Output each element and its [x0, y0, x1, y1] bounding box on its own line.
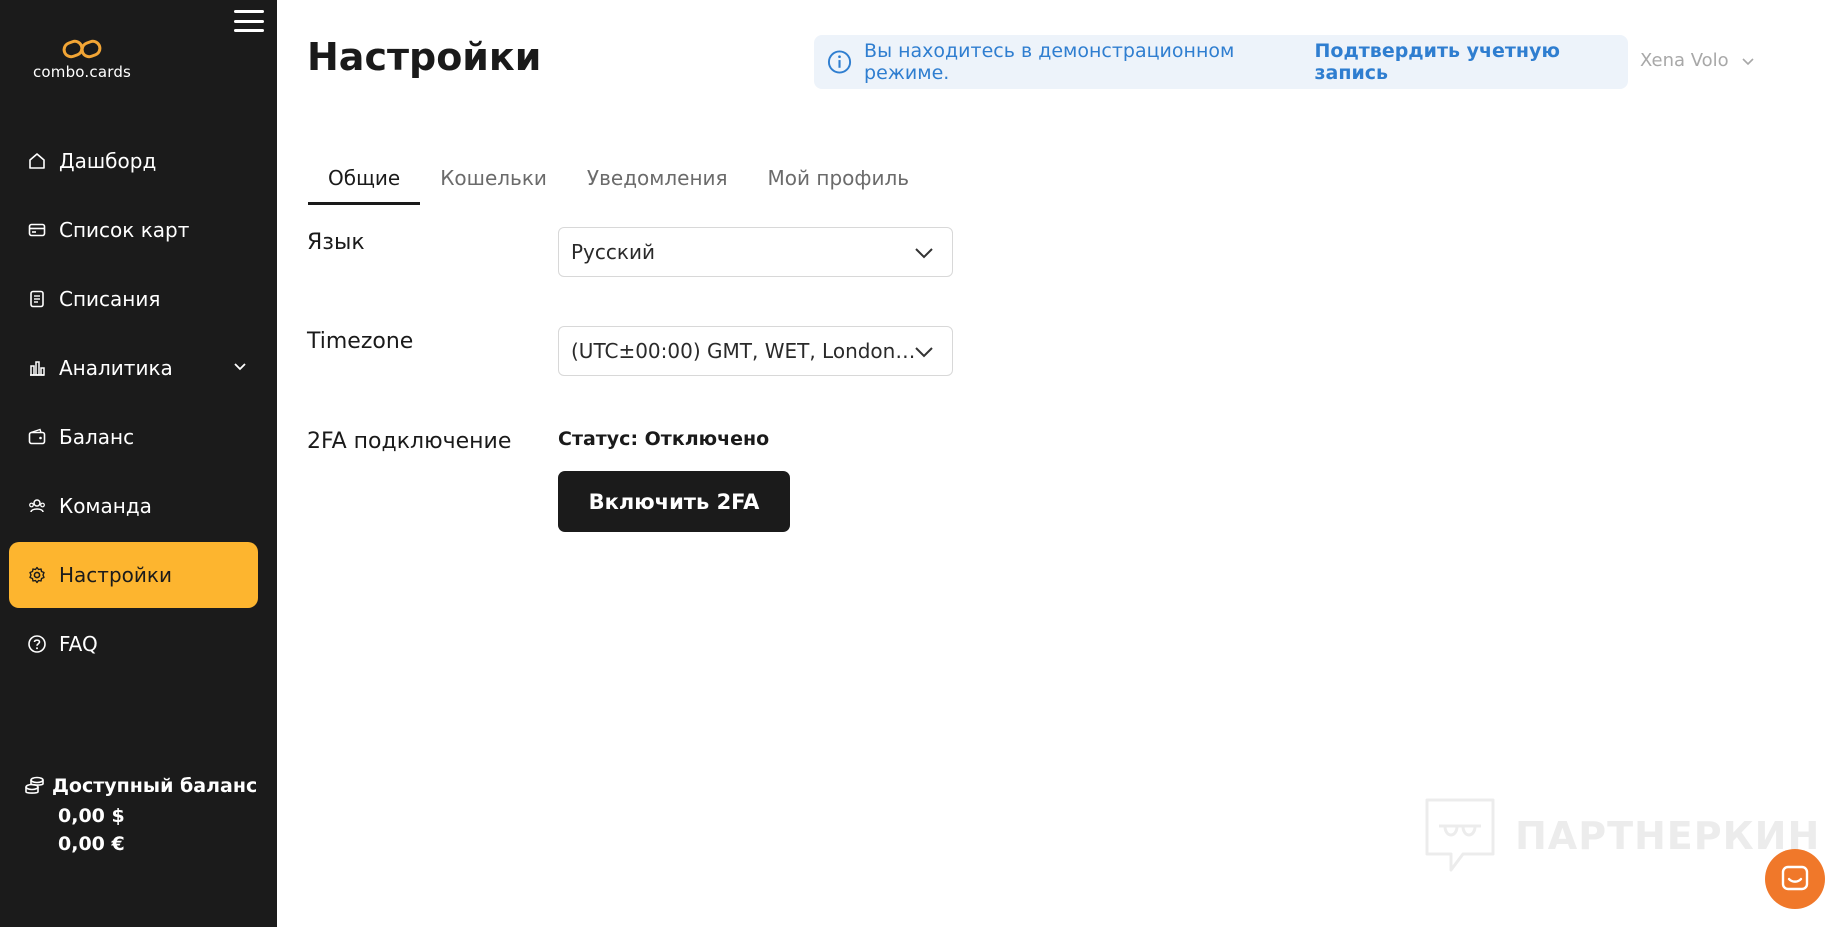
watermark-text: ПАРТНЕРКИН [1515, 814, 1821, 858]
tab-general[interactable]: Общие [308, 160, 421, 205]
chat-icon [1781, 865, 1809, 891]
coins-icon [25, 776, 44, 794]
sidebar-item-team[interactable]: Команда [9, 473, 258, 539]
chevron-down-icon [1742, 57, 1754, 65]
sidebar-item-label: Аналитика [59, 356, 173, 380]
team-icon [27, 496, 47, 516]
gear-icon [27, 565, 47, 585]
balance-eur: 0,00 € [58, 833, 125, 855]
sidebar-item-faq[interactable]: FAQ [9, 611, 258, 677]
enable-2fa-button[interactable]: Включить 2FA [558, 471, 790, 532]
sidebar-item-label: Дашборд [59, 149, 157, 173]
sidebar-item-settings[interactable]: Настройки [9, 542, 258, 608]
confirm-account-link[interactable]: Подтвердить учетную запись [1314, 40, 1628, 84]
demo-mode-text: Вы находитесь в демонстрационном режиме. [864, 40, 1235, 84]
user-menu[interactable]: Xena Volo [1640, 50, 1755, 71]
tab-my-profile[interactable]: Мой профиль [748, 160, 930, 205]
balance-usd: 0,00 $ [58, 805, 125, 827]
sidebar-item-charges[interactable]: Списания [9, 266, 258, 332]
watermark: ПАРТНЕРКИН [1423, 796, 1820, 876]
sidebar-item-label: FAQ [59, 632, 98, 656]
language-label: Язык [307, 230, 365, 255]
analytics-icon [27, 358, 47, 378]
hamburger-menu-icon[interactable] [234, 10, 264, 32]
sidebar-item-cards[interactable]: Список карт [9, 197, 258, 263]
sidebar-item-balance[interactable]: Баланс [9, 404, 258, 470]
timezone-select[interactable]: (UTC±00:00) GMT, WET, London, Dublin [558, 326, 953, 376]
tab-notifications[interactable]: Уведомления [567, 160, 748, 205]
settings-tabs: Общие Кошельки Уведомления Мой профиль [308, 160, 929, 205]
question-icon [27, 634, 47, 654]
demo-mode-banner: Вы находитесь в демонстрационном режиме.… [814, 35, 1628, 89]
chevron-down-icon[interactable] [232, 358, 248, 374]
sidebar-item-label: Список карт [59, 218, 190, 242]
twofa-status: Статус: Отключено [558, 428, 770, 450]
balance-title: Доступный баланс [24, 775, 257, 797]
info-icon [827, 50, 852, 74]
document-icon [27, 289, 47, 309]
language-select[interactable]: Русский [558, 227, 953, 277]
wallet-icon [27, 427, 47, 447]
timezone-label: Timezone [307, 329, 414, 354]
timezone-select-value: (UTC±00:00) GMT, WET, London, Dublin [571, 339, 916, 363]
sidebar-item-label: Баланс [59, 425, 135, 449]
page-title: Настройки [307, 35, 542, 79]
user-name: Xena Volo [1640, 50, 1729, 71]
chevron-down-icon [915, 248, 933, 259]
tab-wallets[interactable]: Кошельки [420, 160, 567, 205]
card-icon [27, 220, 47, 240]
available-balance: Доступный баланс 0,00 $ 0,00 € [24, 775, 257, 855]
chat-bubble-watermark-icon [1425, 798, 1495, 872]
balance-title-label: Доступный баланс [52, 775, 258, 797]
sidebar-item-label: Команда [59, 494, 152, 518]
sidebar-item-dashboard[interactable]: Дашборд [9, 128, 258, 194]
sidebar: combo.cards Дашборд Список карт Списания… [0, 0, 277, 927]
infinity-logo-icon [62, 39, 102, 59]
logo[interactable]: combo.cards [27, 38, 137, 81]
chat-button[interactable] [1765, 849, 1825, 909]
home-icon [27, 151, 47, 171]
twofa-label: 2FA подключение [307, 429, 512, 454]
sidebar-item-analytics[interactable]: Аналитика [9, 335, 258, 401]
sidebar-nav: Дашборд Список карт Списания Аналитика Б… [9, 128, 258, 680]
sidebar-item-label: Списания [59, 287, 161, 311]
sidebar-item-label: Настройки [59, 563, 172, 587]
chevron-down-icon [915, 347, 933, 358]
logo-text: combo.cards [32, 63, 132, 81]
language-select-value: Русский [571, 240, 655, 264]
